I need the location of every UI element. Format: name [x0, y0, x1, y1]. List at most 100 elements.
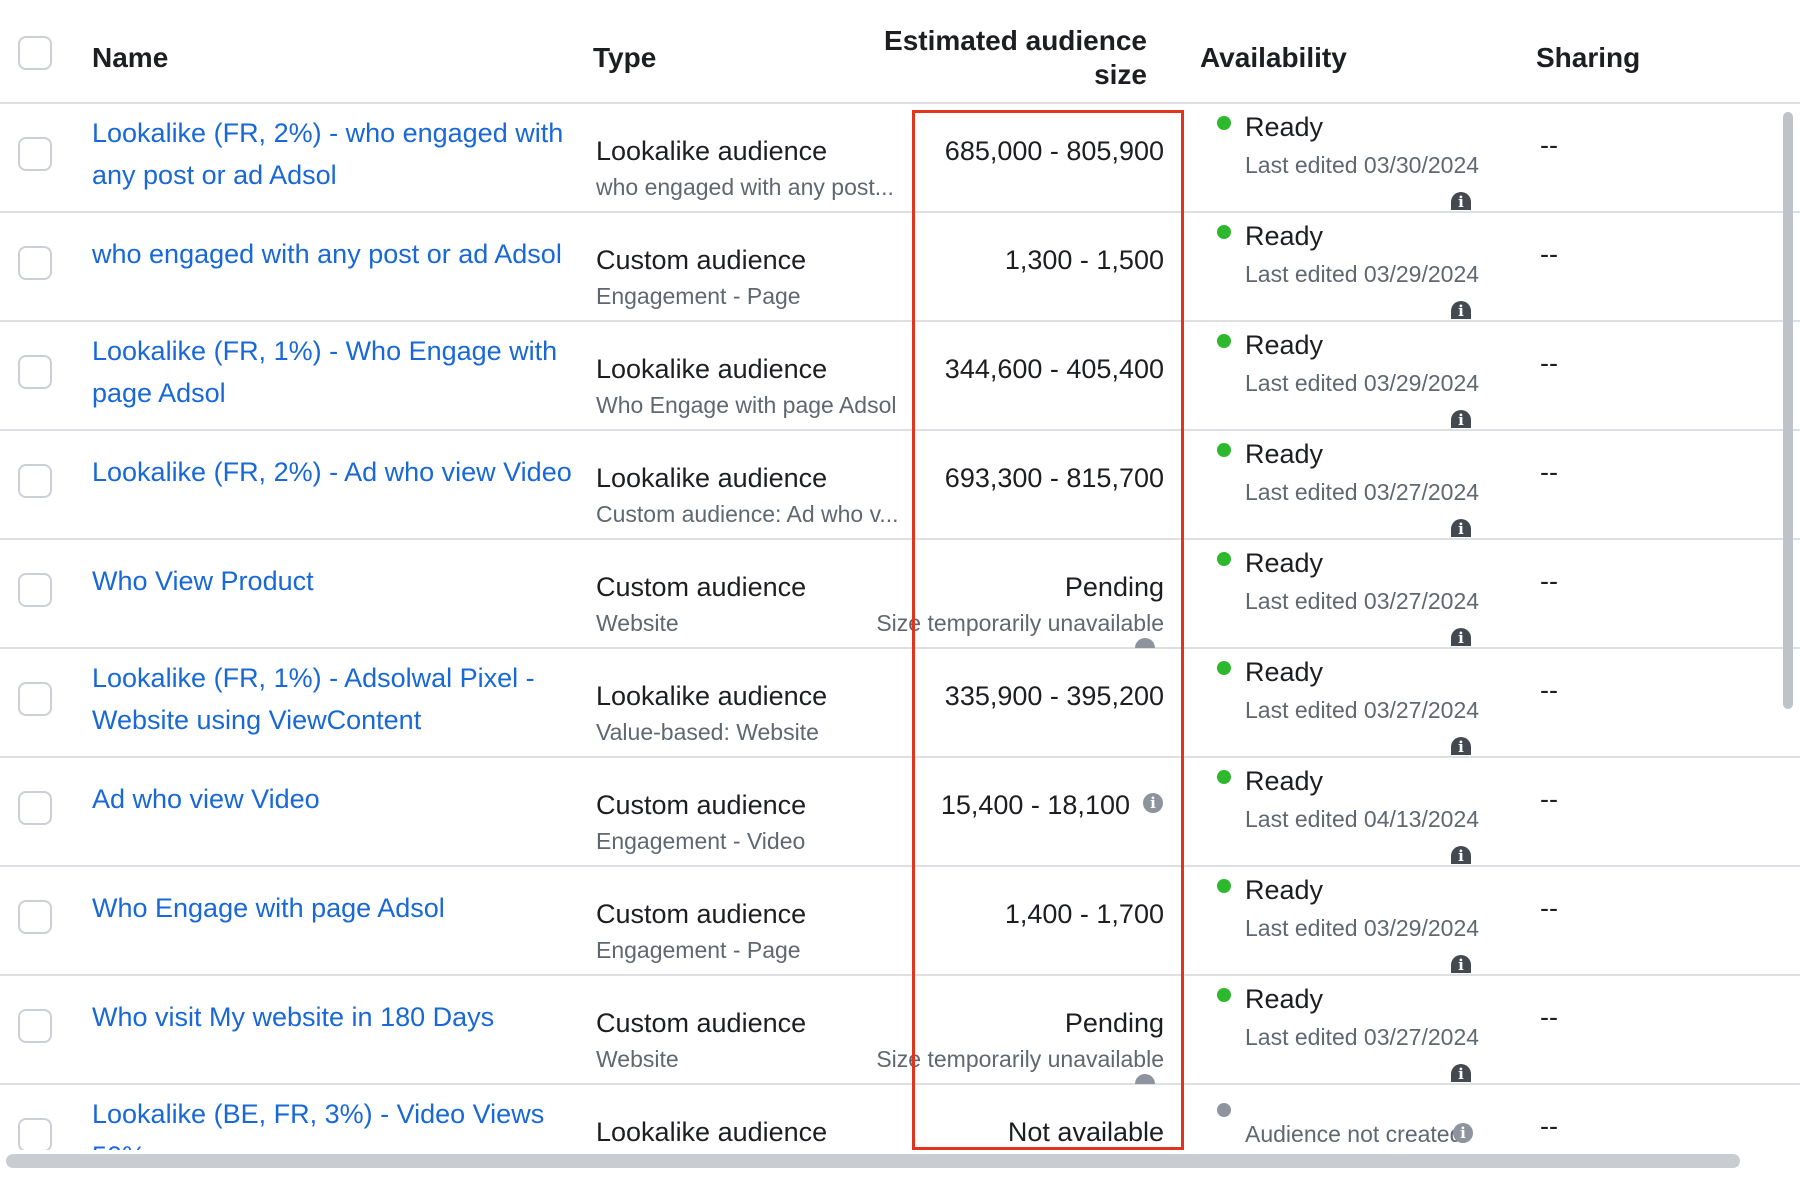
audience-type: Lookalike audience — [596, 463, 828, 493]
column-header-estimated-line2: size — [1094, 59, 1147, 90]
column-header-sharing[interactable]: Sharing — [1536, 42, 1640, 74]
audience-name-link[interactable]: Lookalike (FR, 1%) - Adsolwal Pixel - We… — [92, 657, 572, 741]
status-dot-icon — [1217, 552, 1231, 566]
status-dot-icon — [1217, 443, 1231, 457]
row-checkbox[interactable] — [18, 900, 52, 934]
audience-type-detail: Engagement - Page — [596, 283, 801, 309]
table-row[interactable]: Who Engage with page Adsol Custom audienc… — [0, 867, 1800, 976]
last-edited-text: Last edited 03/27/2024 — [1245, 588, 1480, 614]
audience-name-link[interactable]: Lookalike (BE, FR, 3%) - Video Views 50%… — [92, 1093, 572, 1150]
sharing-value: -- — [1540, 675, 1558, 705]
audience-name-link[interactable]: Ad who view Video — [92, 778, 572, 820]
status-dot-icon — [1217, 1103, 1231, 1117]
estimated-size-value: Pending — [1064, 1008, 1164, 1038]
table-row[interactable]: Lookalike (FR, 2%) - Ad who view Video Lo… — [0, 431, 1800, 540]
audience-type-detail: Engagement - Video — [596, 828, 806, 854]
table-row[interactable]: Ad who view Video Custom audience Engageme… — [0, 758, 1800, 867]
audience-name-link[interactable]: Lookalike (FR, 1%) - Who Engage with pag… — [92, 330, 572, 414]
table-row[interactable]: Lookalike (FR, 2%) - who engaged with an… — [0, 104, 1800, 213]
table-row[interactable]: Lookalike (BE, FR, 3%) - Video Views 50%… — [0, 1085, 1800, 1150]
audience-type: Custom audience — [596, 245, 807, 275]
sharing-value: -- — [1540, 566, 1558, 596]
availability-info-icon[interactable]: i — [1451, 192, 1471, 211]
last-edited-text: Last edited 03/27/2024 — [1245, 1024, 1480, 1050]
row-checkbox[interactable] — [18, 355, 52, 389]
availability-info-icon[interactable]: i — [1451, 846, 1471, 865]
status-dot-icon — [1217, 661, 1231, 675]
select-all-checkbox[interactable] — [18, 36, 52, 70]
estimate-note-info-icon[interactable] — [1135, 1074, 1155, 1084]
estimate-info-icon[interactable]: i — [1143, 793, 1163, 813]
vertical-scrollbar[interactable] — [1783, 112, 1793, 709]
estimated-size-value: 685,000 - 805,900 — [944, 136, 1164, 166]
estimated-size-note: Size temporarily unavailable — [876, 1046, 1164, 1072]
audience-type-detail: Website — [596, 610, 679, 636]
audience-type-detail: Value-based: Website — [596, 719, 819, 745]
audience-name-link[interactable]: who engaged with any post or ad Adsol — [92, 233, 572, 275]
audience-type-detail: Who Engage with page Adsol — [596, 392, 897, 418]
status-dot-icon — [1217, 770, 1231, 784]
row-checkbox[interactable] — [18, 1118, 52, 1150]
row-checkbox[interactable] — [18, 464, 52, 498]
row-checkbox[interactable] — [18, 137, 52, 171]
estimated-size-value: 344,600 - 405,400 — [944, 354, 1164, 384]
availability-status: Ready — [1245, 766, 1324, 796]
audience-type-detail: Engagement - Page — [596, 937, 801, 963]
availability-status: Ready — [1245, 548, 1324, 578]
availability-status: Ready — [1245, 984, 1324, 1014]
audience-name-link[interactable]: Who View Product — [92, 560, 572, 602]
table-row[interactable]: Who visit My website in 180 Days Custom a… — [0, 976, 1800, 1085]
availability-info-icon[interactable]: i — [1451, 737, 1471, 756]
column-header-availability[interactable]: Availability — [1200, 42, 1347, 74]
row-checkbox[interactable] — [18, 682, 52, 716]
audiences-table: Name Type Estimated audience size Availa… — [0, 0, 1800, 1150]
status-dot-icon — [1217, 225, 1231, 239]
estimate-note-info-icon[interactable] — [1135, 638, 1155, 648]
column-header-type[interactable]: Type — [593, 42, 656, 74]
row-checkbox[interactable] — [18, 573, 52, 607]
audience-type: Custom audience — [596, 899, 807, 929]
table-body: Lookalike (FR, 2%) - who engaged with an… — [0, 104, 1800, 1150]
column-header-estimated-size[interactable]: Estimated audience size — [884, 24, 1147, 92]
table-row[interactable]: Lookalike (FR, 1%) - Adsolwal Pixel - We… — [0, 649, 1800, 758]
table-row[interactable]: Lookalike (FR, 1%) - Who Engage with pag… — [0, 322, 1800, 431]
availability-info-icon[interactable]: i — [1451, 1064, 1471, 1083]
availability-info-icon[interactable]: i — [1453, 1123, 1473, 1143]
status-dot-icon — [1217, 879, 1231, 893]
last-edited-text: Last edited 03/30/2024 — [1245, 152, 1480, 178]
availability-info-icon[interactable]: i — [1451, 410, 1471, 429]
availability-info-icon[interactable]: i — [1451, 628, 1471, 647]
sharing-value: -- — [1540, 130, 1558, 160]
estimated-size-note: Size temporarily unavailable — [876, 610, 1164, 636]
availability-status: Ready — [1245, 221, 1324, 251]
audience-type: Lookalike audience — [596, 681, 828, 711]
sharing-value: -- — [1540, 239, 1558, 269]
availability-info-icon[interactable]: i — [1451, 955, 1471, 974]
horizontal-scrollbar[interactable] — [6, 1154, 1740, 1168]
availability-info-icon[interactable]: i — [1451, 519, 1471, 538]
audience-name-link[interactable]: Lookalike (FR, 2%) - who engaged with an… — [92, 112, 572, 196]
audience-type: Lookalike audience — [596, 354, 828, 384]
last-edited-text: Last edited 03/29/2024 — [1245, 915, 1480, 941]
row-checkbox[interactable] — [18, 791, 52, 825]
row-checkbox[interactable] — [18, 1009, 52, 1043]
audience-name-link[interactable]: Lookalike (FR, 2%) - Ad who view Video — [92, 451, 572, 493]
estimated-size-value: 1,300 - 1,500 — [1004, 245, 1164, 275]
row-checkbox[interactable] — [18, 246, 52, 280]
column-header-estimated-line1: Estimated audience — [884, 25, 1147, 56]
sharing-value: -- — [1540, 893, 1558, 923]
table-row[interactable]: who engaged with any post or ad Adsol Cus… — [0, 213, 1800, 322]
audience-name-link[interactable]: Who Engage with page Adsol — [92, 887, 572, 929]
status-dot-icon — [1217, 116, 1231, 130]
estimated-size-value: 335,900 - 395,200 — [944, 681, 1164, 711]
availability-status: Ready — [1245, 330, 1324, 360]
last-edited-text: Last edited 03/29/2024 — [1245, 370, 1480, 396]
audience-name-link[interactable]: Who visit My website in 180 Days — [92, 996, 572, 1038]
audience-type-detail: who engaged with any post... — [596, 174, 894, 200]
sharing-value: -- — [1540, 348, 1558, 378]
estimated-size-value: 693,300 - 815,700 — [944, 463, 1164, 493]
column-header-name[interactable]: Name — [92, 42, 168, 74]
audience-type: Custom audience — [596, 1008, 807, 1038]
availability-info-icon[interactable]: i — [1451, 301, 1471, 320]
table-row[interactable]: Who View Product Custom audience Website Pe… — [0, 540, 1800, 649]
